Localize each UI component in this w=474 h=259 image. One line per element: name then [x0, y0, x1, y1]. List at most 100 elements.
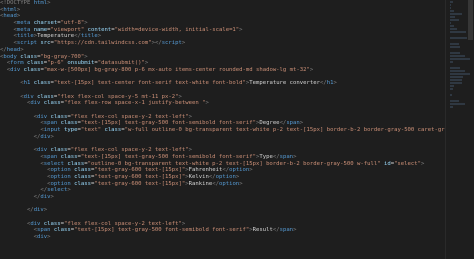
code-line[interactable]: [0, 107, 446, 114]
code-line[interactable]: <head>: [0, 13, 446, 20]
code-token: </: [319, 80, 327, 87]
code-token: <: [0, 147, 38, 154]
code-token: h1: [23, 80, 34, 87]
code-line[interactable]: </head>: [0, 47, 446, 54]
code-token: select: [47, 187, 68, 194]
code-token: >: [178, 93, 182, 100]
code-line[interactable]: [0, 201, 446, 208]
minimap-line: [450, 67, 460, 69]
code-token: <: [0, 127, 44, 134]
code-line[interactable]: <option class="text-gray-600 text-[15px]…: [0, 174, 446, 181]
code-line[interactable]: <body class="bg-gray-700">: [0, 54, 446, 61]
code-token: div: [37, 147, 51, 154]
code-token: option: [218, 180, 240, 187]
code-line[interactable]: <div class="flex flex-col space-y-2 text…: [0, 147, 446, 154]
code-token: >: [249, 167, 253, 174]
code-token: "flex flex-col space-y-2 text-left": [64, 220, 182, 227]
code-line[interactable]: [0, 140, 446, 147]
code-line[interactable]: <span class="text-[15px] text-gray-500 f…: [0, 120, 446, 127]
code-line[interactable]: </div>: [0, 194, 446, 201]
code-token: "max-w-[500px] bg-gray-800 p-6 mx-auto i…: [43, 66, 310, 73]
minimap-line: [450, 52, 460, 54]
code-line[interactable]: <div class="max-w-[500px] bg-gray-800 p-…: [0, 67, 446, 74]
code-token: <: [0, 153, 44, 160]
code-token: "text-[15px] text-gray-500 font-semibold…: [80, 153, 256, 160]
code-token: src: [40, 40, 51, 47]
code-token: class: [74, 173, 91, 180]
code-line[interactable]: <html>: [0, 7, 446, 14]
code-line[interactable]: <select class="outline-0 bg-transparent …: [0, 161, 446, 168]
code-line[interactable]: <input type="text" class="w-full outline…: [0, 127, 446, 134]
code-token: "flex flex-col space-y-5 mt-11 px-2": [57, 93, 179, 100]
code-token: <: [0, 180, 51, 187]
code-line[interactable]: <div class="flex flex-row space-x-1 just…: [0, 100, 446, 107]
minimap[interactable]: [445, 0, 474, 259]
code-line[interactable]: </div>: [0, 207, 446, 214]
code-line[interactable]: [0, 87, 446, 94]
code-line[interactable]: [0, 214, 446, 221]
code-line[interactable]: <option class="text-gray-600 text-[15px]…: [0, 167, 446, 174]
minimap-slider[interactable]: [468, 0, 473, 40]
code-token: </: [272, 227, 280, 234]
code-area[interactable]: <!DOCTYPE html> <html> <head> <meta charse…: [0, 0, 446, 241]
code-token: onsubmit: [64, 60, 95, 67]
code-token: "w-full outline-0 bg-transparent text-wh…: [124, 127, 446, 134]
code-line[interactable]: <div>: [0, 234, 446, 241]
code-token: >: [181, 40, 186, 47]
minimap-line: [450, 79, 462, 81]
code-token: form: [10, 60, 27, 67]
code-line[interactable]: <title>Temperature</title>: [0, 33, 446, 40]
code-token: div: [40, 193, 51, 200]
code-token: id: [380, 160, 391, 167]
code-token: Fahrenheit: [188, 167, 223, 174]
code-token: charset: [33, 20, 58, 27]
code-line[interactable]: <div class="flex flex-col space-y-2 text…: [0, 221, 446, 228]
code-token: select: [43, 160, 68, 167]
code-line[interactable]: [0, 74, 446, 81]
code-token: class: [74, 167, 91, 174]
code-token: <: [0, 227, 38, 234]
code-token: class: [20, 53, 38, 60]
code-token: >: [181, 220, 186, 227]
code-line[interactable]: <!DOCTYPE html>: [0, 0, 446, 7]
code-token: <: [0, 26, 17, 33]
code-token: class: [53, 227, 71, 234]
code-line[interactable]: <option class="text-gray-600 text-[15px]…: [0, 181, 446, 188]
minimap-line: [450, 10, 455, 12]
code-token: Result: [252, 227, 273, 234]
code-line[interactable]: </div>: [0, 134, 446, 141]
code-line[interactable]: <div class="flex flex-col space-y-5 mt-1…: [0, 94, 446, 101]
code-token: "https://cdn.tailwindcss.com": [53, 40, 152, 47]
code-editor[interactable]: <!DOCTYPE html> <html> <head> <meta charse…: [0, 0, 474, 259]
code-token: content: [84, 26, 112, 33]
code-token: Kelvin: [188, 173, 209, 180]
code-token: >: [144, 60, 149, 67]
code-line[interactable]: <span class="text-[15px] text-gray-500 f…: [0, 227, 446, 234]
code-line[interactable]: <span class="text-[15px] text-gray-500 f…: [0, 154, 446, 161]
code-line[interactable]: </select>: [0, 187, 446, 194]
code-line[interactable]: <div class="flex flex-col space-y-2 text…: [0, 114, 446, 121]
code-token: "width=device-width, initial-scale=1": [114, 26, 240, 33]
code-token: span: [279, 153, 294, 160]
code-line[interactable]: <meta name="viewport" content="width=dev…: [0, 27, 446, 34]
code-token: script: [16, 40, 41, 47]
code-token: <: [0, 160, 44, 167]
code-token: class: [26, 60, 44, 67]
code-line[interactable]: <script src="https://cdn.tailwindcss.com…: [0, 40, 446, 47]
code-token: >: [16, 6, 21, 13]
code-token: </: [0, 187, 48, 194]
minimap-line: [450, 25, 455, 27]
minimap-line: [450, 1, 453, 3]
code-token: >: [47, 0, 51, 6]
code-token: title: [16, 33, 34, 40]
code-token: head: [3, 13, 17, 20]
code-line[interactable]: <meta charset="utf-8">: [0, 20, 446, 27]
code-token: >: [84, 20, 88, 27]
code-line[interactable]: <form class="p-6" onsubmit="datasubmit()…: [0, 60, 446, 67]
code-token: </: [0, 46, 7, 53]
code-line[interactable]: <h1 class="text-[15px] text-center font-…: [0, 80, 446, 87]
code-token: <: [0, 220, 31, 227]
code-token: >: [47, 234, 51, 241]
code-token: </: [74, 33, 81, 40]
code-token: >: [84, 53, 88, 60]
